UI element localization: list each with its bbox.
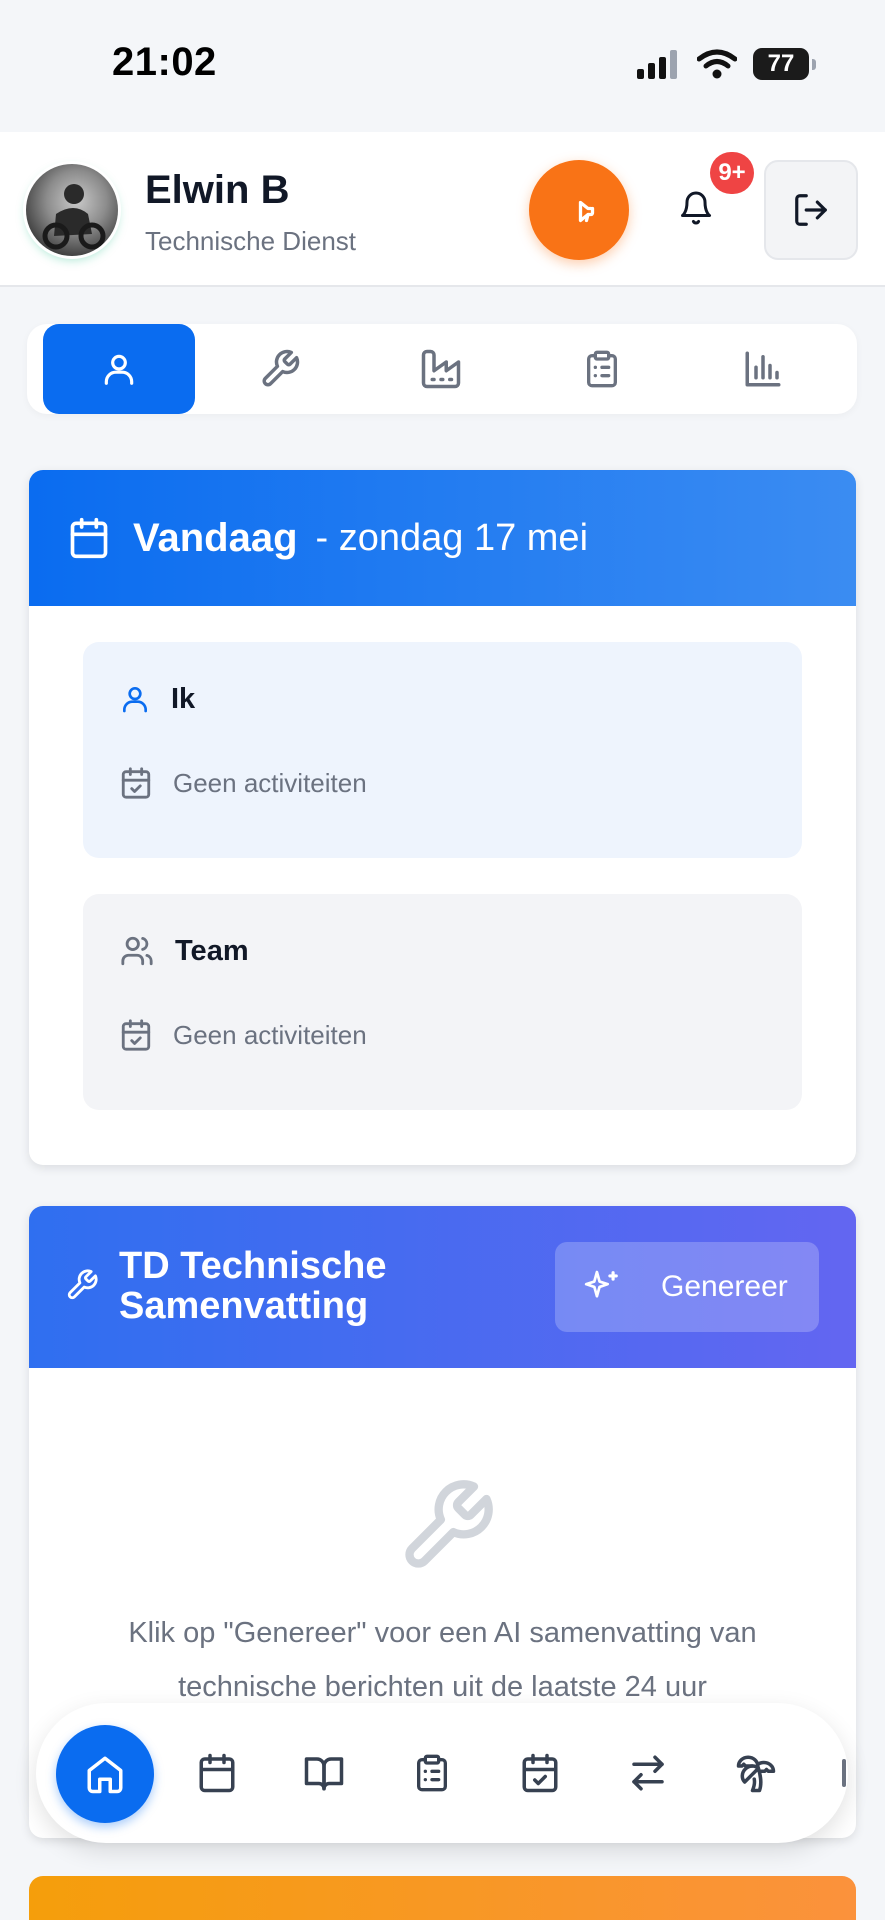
wrench-icon bbox=[397, 1476, 497, 1576]
tab-statistics[interactable] bbox=[687, 324, 839, 414]
battery-icon: 77 bbox=[753, 48, 816, 80]
home-icon bbox=[84, 1753, 126, 1795]
status-time: 21:02 bbox=[112, 40, 217, 84]
tab-technical[interactable] bbox=[204, 324, 356, 414]
bottom-navigation bbox=[36, 1703, 848, 1843]
battery-level: 77 bbox=[767, 50, 795, 77]
status-bar: 21:02 77 bbox=[0, 0, 885, 132]
notification-badge: 9+ bbox=[710, 152, 754, 194]
today-date: - zondag 17 mei bbox=[315, 516, 589, 559]
next-card bbox=[29, 1876, 856, 1920]
users-icon bbox=[119, 934, 155, 968]
nav-swaps[interactable] bbox=[622, 1747, 674, 1799]
nav-tasks[interactable] bbox=[406, 1747, 458, 1799]
nav-overflow-indicator bbox=[842, 1759, 846, 1787]
wrench-icon bbox=[65, 1268, 99, 1302]
bell-icon bbox=[678, 189, 714, 227]
td-summary-header: TD Technische Samenvatting Genereer bbox=[29, 1206, 856, 1368]
palm-tree-icon bbox=[735, 1752, 777, 1794]
arrows-swap-icon bbox=[627, 1752, 669, 1794]
book-open-icon bbox=[302, 1752, 346, 1794]
today-card: Vandaag - zondag 17 mei Ik Geen activite… bbox=[29, 470, 856, 1165]
app-header: Elwin B Technische Dienst 9+ bbox=[0, 132, 885, 287]
logout-button[interactable] bbox=[764, 160, 858, 260]
tab-personal[interactable] bbox=[43, 324, 195, 414]
calendar-check-icon bbox=[119, 1018, 153, 1052]
tab-production[interactable] bbox=[365, 324, 517, 414]
calendar-check-icon bbox=[119, 766, 153, 800]
user-icon bbox=[100, 349, 138, 389]
wrench-icon bbox=[259, 348, 301, 390]
td-summary-title: TD Technische Samenvatting bbox=[119, 1245, 387, 1327]
status-icons: 77 bbox=[637, 48, 816, 80]
activity-section-title: Team bbox=[175, 934, 249, 967]
user-icon bbox=[119, 682, 151, 716]
calendar-check-icon bbox=[519, 1752, 561, 1794]
nav-planning[interactable] bbox=[514, 1747, 566, 1799]
user-name: Elwin B bbox=[145, 168, 290, 212]
nav-leave[interactable] bbox=[730, 1747, 782, 1799]
user-role: Technische Dienst bbox=[145, 226, 356, 256]
today-header: Vandaag - zondag 17 mei bbox=[29, 470, 856, 606]
calendar-icon bbox=[67, 516, 111, 560]
clipboard-list-icon bbox=[412, 1752, 452, 1794]
signal-icon bbox=[637, 49, 681, 79]
notifications-button[interactable] bbox=[670, 182, 722, 234]
clipboard-list-icon bbox=[582, 348, 622, 390]
avatar[interactable] bbox=[26, 164, 118, 256]
nav-home[interactable] bbox=[56, 1725, 154, 1823]
sparkles-icon bbox=[583, 1268, 621, 1306]
factory-icon bbox=[420, 348, 462, 390]
wifi-icon bbox=[697, 49, 737, 79]
tab-tasks[interactable] bbox=[526, 324, 678, 414]
nav-handbook[interactable] bbox=[298, 1747, 350, 1799]
td-summary-empty-message: Klik op "Genereer" voor een AI samenvatt… bbox=[128, 1617, 757, 1703]
logout-icon bbox=[792, 191, 830, 229]
today-title: Vandaag bbox=[133, 515, 298, 560]
activity-section-title: Ik bbox=[171, 682, 196, 715]
activity-empty-text: Geen activiteiten bbox=[173, 1019, 367, 1050]
activity-section-me[interactable]: Ik Geen activiteiten bbox=[83, 642, 802, 858]
nav-calendar[interactable] bbox=[191, 1747, 243, 1799]
generate-label: Genereer bbox=[661, 1270, 788, 1303]
activity-empty-text: Geen activiteiten bbox=[173, 767, 367, 798]
announcement-button[interactable] bbox=[529, 160, 629, 260]
section-tabs bbox=[27, 324, 857, 414]
megaphone-icon bbox=[561, 192, 597, 228]
generate-button[interactable]: Genereer bbox=[555, 1242, 819, 1332]
bar-chart-icon bbox=[742, 348, 784, 390]
activity-section-team[interactable]: Team Geen activiteiten bbox=[83, 894, 802, 1110]
calendar-icon bbox=[196, 1752, 238, 1794]
